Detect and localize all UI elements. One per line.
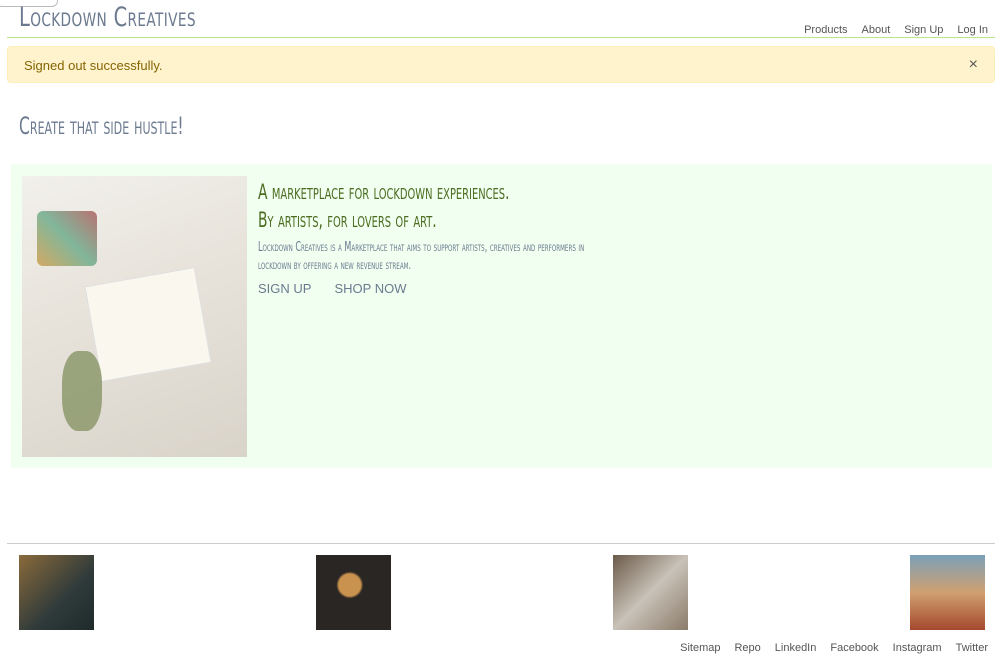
footer-instagram[interactable]: Instagram [893,642,942,654]
hero-description: Lockdown Creatives is a Marketplace that… [258,240,585,273]
footer-divider [7,543,995,544]
sign-up-link[interactable]: SIGN UP [258,281,311,296]
footer-twitter[interactable]: Twitter [956,642,988,654]
close-icon[interactable]: × [969,56,978,74]
nav-log-in[interactable]: Log In [957,24,988,36]
footer-facebook[interactable]: Facebook [830,642,878,654]
page-title: Create that side hustle! [19,112,184,140]
brand-logo[interactable]: Lockdown Creatives [19,2,196,33]
top-nav: Products About Sign Up Log In [804,24,988,36]
footer-sitemap[interactable]: Sitemap [680,642,720,654]
header-divider [7,37,995,38]
hero-heading-line1: A marketplace for lockdown experiences. [258,180,510,204]
hero-heading: A marketplace for lockdown experiences. … [258,178,509,234]
hero-actions: SIGN UP SHOP NOW [258,281,406,296]
footer-linkedin[interactable]: LinkedIn [775,642,817,654]
hero-image [22,176,247,457]
footer-image-crafting [613,555,688,630]
footer-image-musician [19,555,94,630]
footer-image-spoon [316,555,391,630]
hero-heading-line2: By artists, for lovers of art. [258,208,437,232]
nav-about[interactable]: About [862,24,891,36]
footer-repo[interactable]: Repo [734,642,760,654]
hero-section: A marketplace for lockdown experiences. … [11,164,992,468]
nav-products[interactable]: Products [804,24,847,36]
footer-links: Sitemap Repo LinkedIn Facebook Instagram… [680,642,988,654]
flash-alert: Signed out successfully. × [7,46,995,83]
alert-message: Signed out successfully. [24,58,163,73]
nav-sign-up[interactable]: Sign Up [904,24,943,36]
footer-image-performer [910,555,985,630]
shop-now-link[interactable]: SHOP NOW [334,281,406,296]
